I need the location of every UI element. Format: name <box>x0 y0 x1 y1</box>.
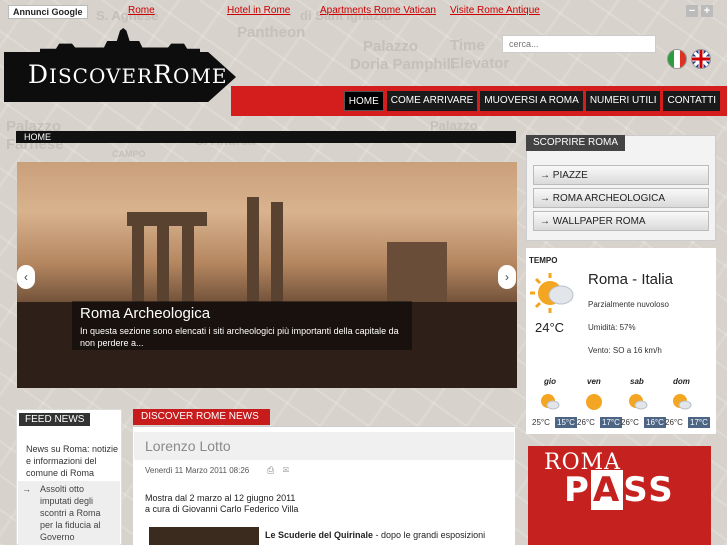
ad-link[interactable]: Rome <box>128 5 155 16</box>
entablature-shape <box>127 212 207 226</box>
forecast-high: 26°C <box>665 418 683 427</box>
forecast-low: 15°C <box>555 417 577 428</box>
arrow-right-icon: → <box>540 170 553 181</box>
map-label: Pantheon <box>237 24 306 41</box>
nav-item-come-arrivare[interactable]: COME ARRIVARE <box>386 91 478 111</box>
article-date: Venerdì 11 Marzo 2011 08:26 <box>145 466 250 475</box>
roma-pass-letter: SS <box>623 470 675 510</box>
weather-humidity: Umidità: 57% <box>588 323 636 332</box>
sidebar-item-label: ROMA ARCHEOLOGICA <box>552 193 666 204</box>
nav-item-muoversi[interactable]: MUOVERSI A ROMA <box>480 91 583 111</box>
roma-pass-letter: A <box>590 470 624 510</box>
weather-wind: Vento: SO a 16 km/h <box>588 346 662 355</box>
logo-text-part: ISCOVER <box>49 64 154 88</box>
ad-link[interactable]: Apartments Rome Vatican <box>320 5 436 16</box>
forecast-day: sab <box>630 377 644 386</box>
article-subtitle: Mostra dal 2 marzo al 12 giugno 2011 a c… <box>145 493 298 515</box>
roma-pass-letter: P <box>564 470 591 510</box>
article-subtitle-line: a cura di Giovanni Carlo Federico Villa <box>145 504 299 514</box>
map-label: CAMPO <box>112 149 146 159</box>
forecast-low: 17°C <box>600 417 622 428</box>
discover-header: SCOPRIRE ROMA <box>526 135 626 151</box>
logo-text-part: OME <box>172 64 228 88</box>
nav-item-home[interactable]: HOME <box>343 91 384 111</box>
map-label: Doria Pamphili <box>350 56 456 73</box>
feed-title[interactable]: News su Roma: notizie e informazioni del… <box>26 443 120 479</box>
arrow-right-icon: → <box>540 216 553 227</box>
feed-header: FEED NEWS <box>19 413 91 426</box>
font-increase-button[interactable]: + <box>701 5 713 17</box>
sidebar-item-wallpaper[interactable]: → WALLPAPER ROMA <box>533 211 709 231</box>
arrow-right-icon: → <box>22 484 31 494</box>
weather-city: Roma - Italia <box>588 271 674 288</box>
sidebar-item-label: PIAZZE <box>552 170 588 181</box>
site-logo[interactable]: DISCOVERROME <box>28 60 227 89</box>
roma-pass-banner[interactable]: ROMA PASS <box>528 446 711 545</box>
image-slider[interactable]: Roma Archeologica In questa sezione sono… <box>17 162 517 388</box>
feed-item[interactable]: → Assolti otto imputati degli scontri a … <box>18 481 120 545</box>
weather-temperature: 24°C <box>535 320 565 335</box>
partly-cloudy-icon <box>673 394 692 410</box>
forecast-high: 26°C <box>621 418 639 427</box>
logo-letter: R <box>153 60 173 89</box>
article-image <box>149 527 259 545</box>
article-subtitle-line: Mostra dal 2 marzo al 12 giugno 2011 <box>145 493 296 503</box>
ad-link[interactable]: Visite Rome Antique <box>450 5 540 16</box>
forecast-high: 25°C <box>532 418 550 427</box>
search-input[interactable] <box>502 35 656 53</box>
breadcrumb[interactable]: HOME <box>16 131 516 143</box>
sidebar-item-label: WALLPAPER ROMA <box>552 216 646 227</box>
article-body-text: - dopo le grandi esposizioni <box>373 530 486 540</box>
forecast-day: dom <box>673 377 690 386</box>
slide-caption[interactable]: Roma Archeologica In questa sezione sono… <box>72 301 412 350</box>
map-label: Time <box>450 37 485 54</box>
weather-label: TEMPO <box>529 256 558 265</box>
map-label: Palazzo <box>363 38 419 55</box>
forecast-day: gio <box>544 377 556 386</box>
colosseum-shape <box>387 242 447 302</box>
slide-title: Roma Archeologica <box>80 305 211 322</box>
ad-bar: Annunci Google <box>8 4 88 19</box>
map-label: Elevator <box>450 55 510 72</box>
weather-condition: Parzialmente nuvoloso <box>588 300 669 309</box>
article-body: Le Scuderie del Quirinale - dopo le gran… <box>265 530 505 540</box>
feed-item-text: Assolti otto imputati degli scontri a Ro… <box>40 484 101 542</box>
ads-title: Annunci Google <box>8 4 88 19</box>
forecast-high: 26°C <box>577 418 595 427</box>
partly-cloudy-icon <box>541 394 560 410</box>
partly-cloudy-icon <box>530 273 574 313</box>
logo-letter: D <box>28 60 50 89</box>
arrow-right-icon: → <box>540 193 553 204</box>
english-flag-icon[interactable] <box>691 49 711 69</box>
partly-cloudy-icon <box>629 394 648 410</box>
article-title[interactable]: Lorenzo Lotto <box>145 438 231 454</box>
section-tab: DISCOVER ROME NEWS <box>133 409 270 425</box>
article-body-bold: Le Scuderie del Quirinale <box>265 530 374 540</box>
article-tools[interactable]: ⎙ ✉ <box>267 465 292 476</box>
chevron-left-icon[interactable]: ‹ <box>17 265 35 289</box>
forecast-low: 16°C <box>644 417 666 428</box>
roma-pass-logo: PASS <box>564 470 675 510</box>
sidebar-item-roma-archeologica[interactable]: → ROMA ARCHEOLOGICA <box>533 188 709 208</box>
nav-item-numeri-utili[interactable]: NUMERI UTILI <box>585 91 661 111</box>
forecast-low: 17°C <box>688 417 710 428</box>
nav-item-contatti[interactable]: CONTATTI <box>663 91 720 111</box>
slide-description: In questa sezione sono elencati i siti a… <box>80 326 399 348</box>
ad-link[interactable]: Hotel in Rome <box>227 5 290 16</box>
forecast-day: ven <box>587 377 601 386</box>
italian-flag-icon[interactable] <box>667 49 687 69</box>
chevron-right-icon[interactable]: › <box>498 265 516 289</box>
font-decrease-button[interactable]: − <box>686 5 698 17</box>
main-nav: HOME COME ARRIVARE MUOVERSI A ROMA NUMER… <box>343 91 720 111</box>
sun-icon <box>586 394 602 410</box>
sidebar-item-piazze[interactable]: → PIAZZE <box>533 165 709 185</box>
